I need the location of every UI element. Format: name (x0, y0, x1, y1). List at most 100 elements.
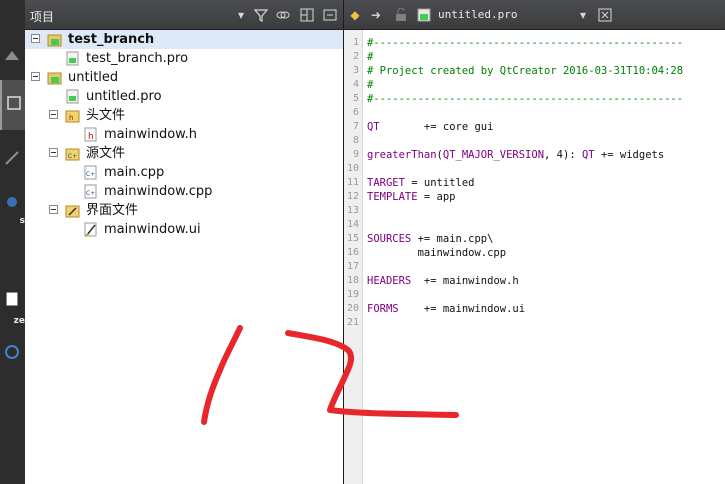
tree-item[interactable]: 界面文件 (25, 201, 343, 220)
line-number: 16 (346, 247, 359, 258)
code-line: SOURCES += main.cpp\ (367, 232, 493, 246)
tree-item[interactable]: C+ main.cpp (25, 163, 343, 182)
code-line: TARGET = untitled (367, 176, 474, 190)
project-pane: 项目 ▾ test_branch test_branch.pro untitled u… (25, 0, 343, 484)
line-number: 7 (352, 121, 359, 132)
line-number: 3 (352, 65, 359, 76)
code-token: QT (581, 149, 595, 161)
code-line: #---------------------------------------… (367, 92, 683, 106)
svg-text:C+: C+ (86, 190, 95, 197)
line-number: 2 (352, 51, 359, 62)
code-line: # (367, 78, 373, 92)
tree-item[interactable]: h 头文件 (25, 106, 343, 125)
line-number: 6 (352, 107, 359, 118)
code-token: # (367, 79, 374, 91)
code-token: FORMS (367, 303, 399, 315)
tree-item[interactable]: untitled.pro (25, 87, 343, 106)
edit-icon (7, 96, 21, 110)
tree-item[interactable]: untitled (25, 68, 343, 87)
qt-project-icon (47, 72, 62, 85)
mode-design-button[interactable] (0, 140, 25, 180)
headers-folder-icon: h (65, 110, 80, 123)
tree-item-label: untitled (68, 70, 119, 85)
header-file-icon: h (84, 127, 97, 142)
svg-text:h: h (88, 132, 94, 142)
code-line: greaterThan(QT_MAJOR_VERSION, 4): QT += … (367, 148, 664, 162)
code-token: QT_MAJOR_VERSION (442, 149, 545, 161)
view-dropdown-icon[interactable]: ▾ (234, 8, 248, 22)
tree-item[interactable]: h mainwindow.h (25, 125, 343, 144)
code-token: TARGET (367, 177, 405, 189)
mode-selector-bar: s ze (0, 0, 25, 484)
code-token: QT (367, 121, 380, 133)
tree-item[interactable]: C+ 源文件 (25, 144, 343, 163)
code-line: HEADERS += mainwindow.h (367, 274, 519, 288)
line-number: 15 (346, 233, 359, 244)
tree-collapse-toggle[interactable] (31, 72, 40, 81)
mode-welcome-button[interactable] (0, 40, 25, 74)
editor-toolbar: ◆ ➜ untitled.pro ▾ (344, 0, 725, 30)
mode-edit-button[interactable] (0, 80, 25, 130)
split-icon[interactable] (300, 8, 314, 22)
cpp-file-icon: C+ (84, 184, 97, 199)
line-number: 17 (346, 261, 359, 272)
mode-debug-label: s (19, 216, 25, 226)
line-number: 14 (346, 219, 359, 230)
line-number: 21 (346, 317, 359, 328)
tree-item-label: mainwindow.cpp (104, 184, 213, 199)
line-number: 12 (346, 191, 359, 202)
mode-analyze-label: ze (13, 316, 25, 326)
line-number: 20 (346, 303, 359, 314)
code-token: TEMPLATE (367, 191, 418, 203)
line-number: 4 (352, 79, 359, 90)
line-number: 10 (346, 163, 359, 174)
code-token: # Project created by QtCreator 2016-03-3… (367, 65, 684, 77)
tree-collapse-toggle[interactable] (49, 148, 58, 157)
code-token: += main.cpp\ (411, 233, 494, 245)
mode-debug-button[interactable]: s (0, 190, 25, 234)
code-token: += mainwindow.h (411, 275, 519, 287)
line-number: 18 (346, 275, 359, 286)
tree-item-label: 源文件 (86, 146, 126, 161)
analyze-icon (5, 291, 19, 306)
mode-analyze-button[interactable]: ze (0, 286, 25, 330)
pro-file-icon (66, 51, 79, 66)
code-line: #---------------------------------------… (367, 36, 683, 50)
project-pane-title: 项目 (30, 10, 55, 24)
mode-help-button[interactable] (0, 342, 25, 362)
close-pane-icon[interactable] (323, 8, 337, 22)
tree-collapse-toggle[interactable] (31, 34, 40, 43)
tree-collapse-toggle[interactable] (49, 110, 58, 119)
code-token: HEADERS (367, 275, 412, 287)
tree-collapse-toggle[interactable] (49, 205, 58, 214)
editor-file-name[interactable]: untitled.pro (438, 8, 517, 21)
code-token: = app (417, 191, 456, 203)
qt-file-icon (417, 8, 431, 22)
back-arrow-icon[interactable]: ◆ (348, 8, 362, 22)
filter-icon[interactable] (253, 8, 269, 22)
tree-item-label: main.cpp (104, 165, 165, 180)
sync-link-icon[interactable] (276, 8, 290, 22)
tree-item[interactable]: test_branch.pro (25, 49, 343, 68)
file-dropdown-icon[interactable]: ▾ (576, 8, 590, 22)
code-token: , 4): (544, 149, 582, 161)
close-document-icon[interactable] (598, 8, 612, 22)
tree-item-label: mainwindow.ui (104, 222, 201, 237)
code-token: = untitled (404, 177, 475, 189)
line-number: 5 (352, 93, 359, 104)
code-token: greaterThan (367, 149, 437, 161)
code-token: += core gui (379, 121, 494, 133)
code-area[interactable]: #---------------------------------------… (367, 30, 725, 484)
forward-arrow-icon[interactable]: ➜ (369, 8, 383, 22)
ui-file-icon (84, 222, 97, 237)
code-token: += widgets (594, 149, 665, 161)
tree-item[interactable]: test_branch (25, 30, 343, 49)
lock-icon (394, 7, 408, 22)
code-token: mainwindow.cpp (367, 247, 507, 259)
code-line: QT += core gui (367, 120, 493, 134)
line-number: 1 (352, 37, 359, 48)
cpp-file-icon: C+ (84, 165, 97, 180)
tree-item[interactable]: mainwindow.ui (25, 220, 343, 239)
pro-file-icon (66, 89, 79, 104)
tree-item[interactable]: C+ mainwindow.cpp (25, 182, 343, 201)
